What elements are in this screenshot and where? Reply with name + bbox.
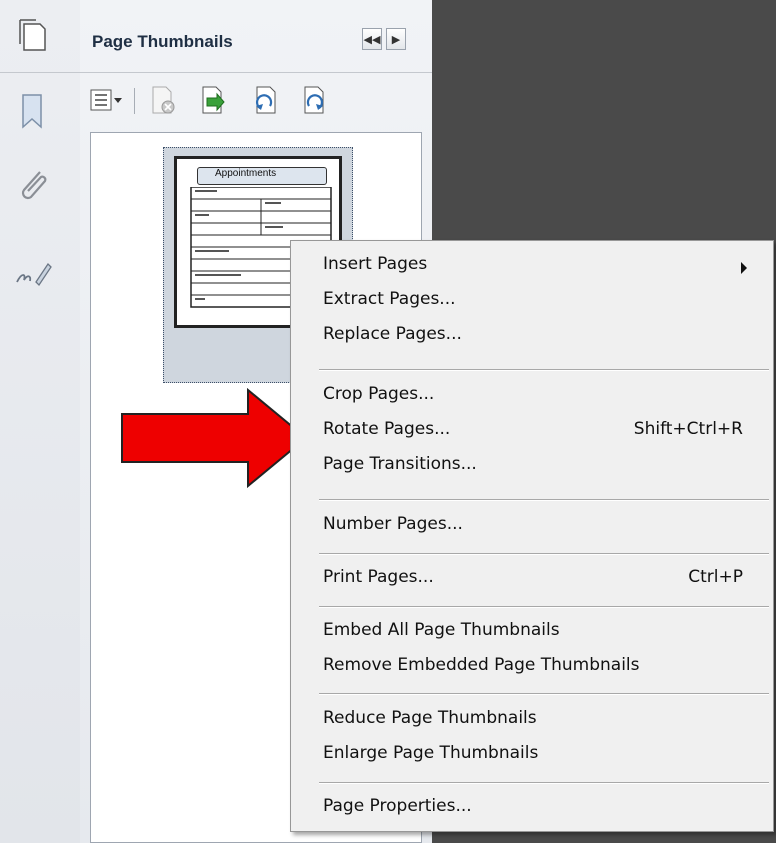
- menu-item-crop-pages[interactable]: Crop Pages...: [323, 384, 434, 404]
- menu-separator: [319, 693, 769, 695]
- rail-divider: [0, 72, 80, 73]
- thumbnails-toolbar: [88, 84, 418, 118]
- menu-item-print-pages[interactable]: Print Pages...: [323, 567, 434, 587]
- navigation-rail: [0, 0, 81, 843]
- menu-item-extract-pages[interactable]: Extract Pages...: [323, 289, 456, 309]
- attachment-icon[interactable]: [14, 166, 52, 204]
- menu-item-embed-thumbnails[interactable]: Embed All Page Thumbnails: [323, 620, 560, 640]
- menu-item-enlarge-thumbnails[interactable]: Enlarge Page Thumbnails: [323, 743, 538, 763]
- insert-page-icon[interactable]: [198, 84, 228, 116]
- menu-item-number-pages[interactable]: Number Pages...: [323, 514, 463, 534]
- pages-icon[interactable]: [14, 16, 52, 54]
- bookmark-icon[interactable]: [14, 92, 52, 130]
- menu-separator: [319, 499, 769, 501]
- double-left-arrow-icon: ◀◀: [363, 32, 381, 46]
- print-pages-shortcut: Ctrl+P: [688, 567, 743, 587]
- menu-item-page-properties[interactable]: Page Properties...: [323, 796, 472, 816]
- page-context-menu: Insert Pages Extract Pages... Replace Pa…: [290, 240, 774, 832]
- toolbar-separator: [134, 88, 135, 114]
- menu-item-reduce-thumbnails[interactable]: Reduce Page Thumbnails: [323, 708, 537, 728]
- options-menu-icon[interactable]: [90, 84, 122, 116]
- expand-panel-button[interactable]: ▶: [386, 28, 406, 50]
- menu-item-remove-embedded-thumbnails[interactable]: Remove Embedded Page Thumbnails: [323, 655, 640, 675]
- menu-item-insert-pages[interactable]: Insert Pages: [323, 254, 427, 274]
- menu-separator: [319, 369, 769, 371]
- rotate-icon[interactable]: [300, 84, 330, 116]
- panel-divider: [80, 72, 432, 73]
- highlight-arrow: [121, 388, 308, 489]
- menu-item-rotate-pages[interactable]: Rotate Pages...: [323, 419, 450, 439]
- panel-title: Page Thumbnails: [92, 32, 233, 51]
- right-arrow-icon: ▶: [391, 32, 401, 46]
- signature-icon[interactable]: [14, 252, 52, 290]
- thumbnail-heading-text: Appointments: [215, 168, 277, 179]
- menu-item-replace-pages[interactable]: Replace Pages...: [323, 324, 462, 344]
- menu-separator: [319, 606, 769, 608]
- submenu-arrow-icon: [741, 262, 747, 274]
- collapse-panel-button[interactable]: ◀◀: [362, 28, 382, 50]
- menu-separator: [319, 782, 769, 784]
- menu-item-page-transitions[interactable]: Page Transitions...: [323, 454, 477, 474]
- undo-rotate-icon[interactable]: [250, 84, 280, 116]
- rotate-pages-shortcut: Shift+Ctrl+R: [633, 419, 743, 439]
- delete-page-icon[interactable]: [148, 84, 178, 116]
- menu-separator: [319, 553, 769, 555]
